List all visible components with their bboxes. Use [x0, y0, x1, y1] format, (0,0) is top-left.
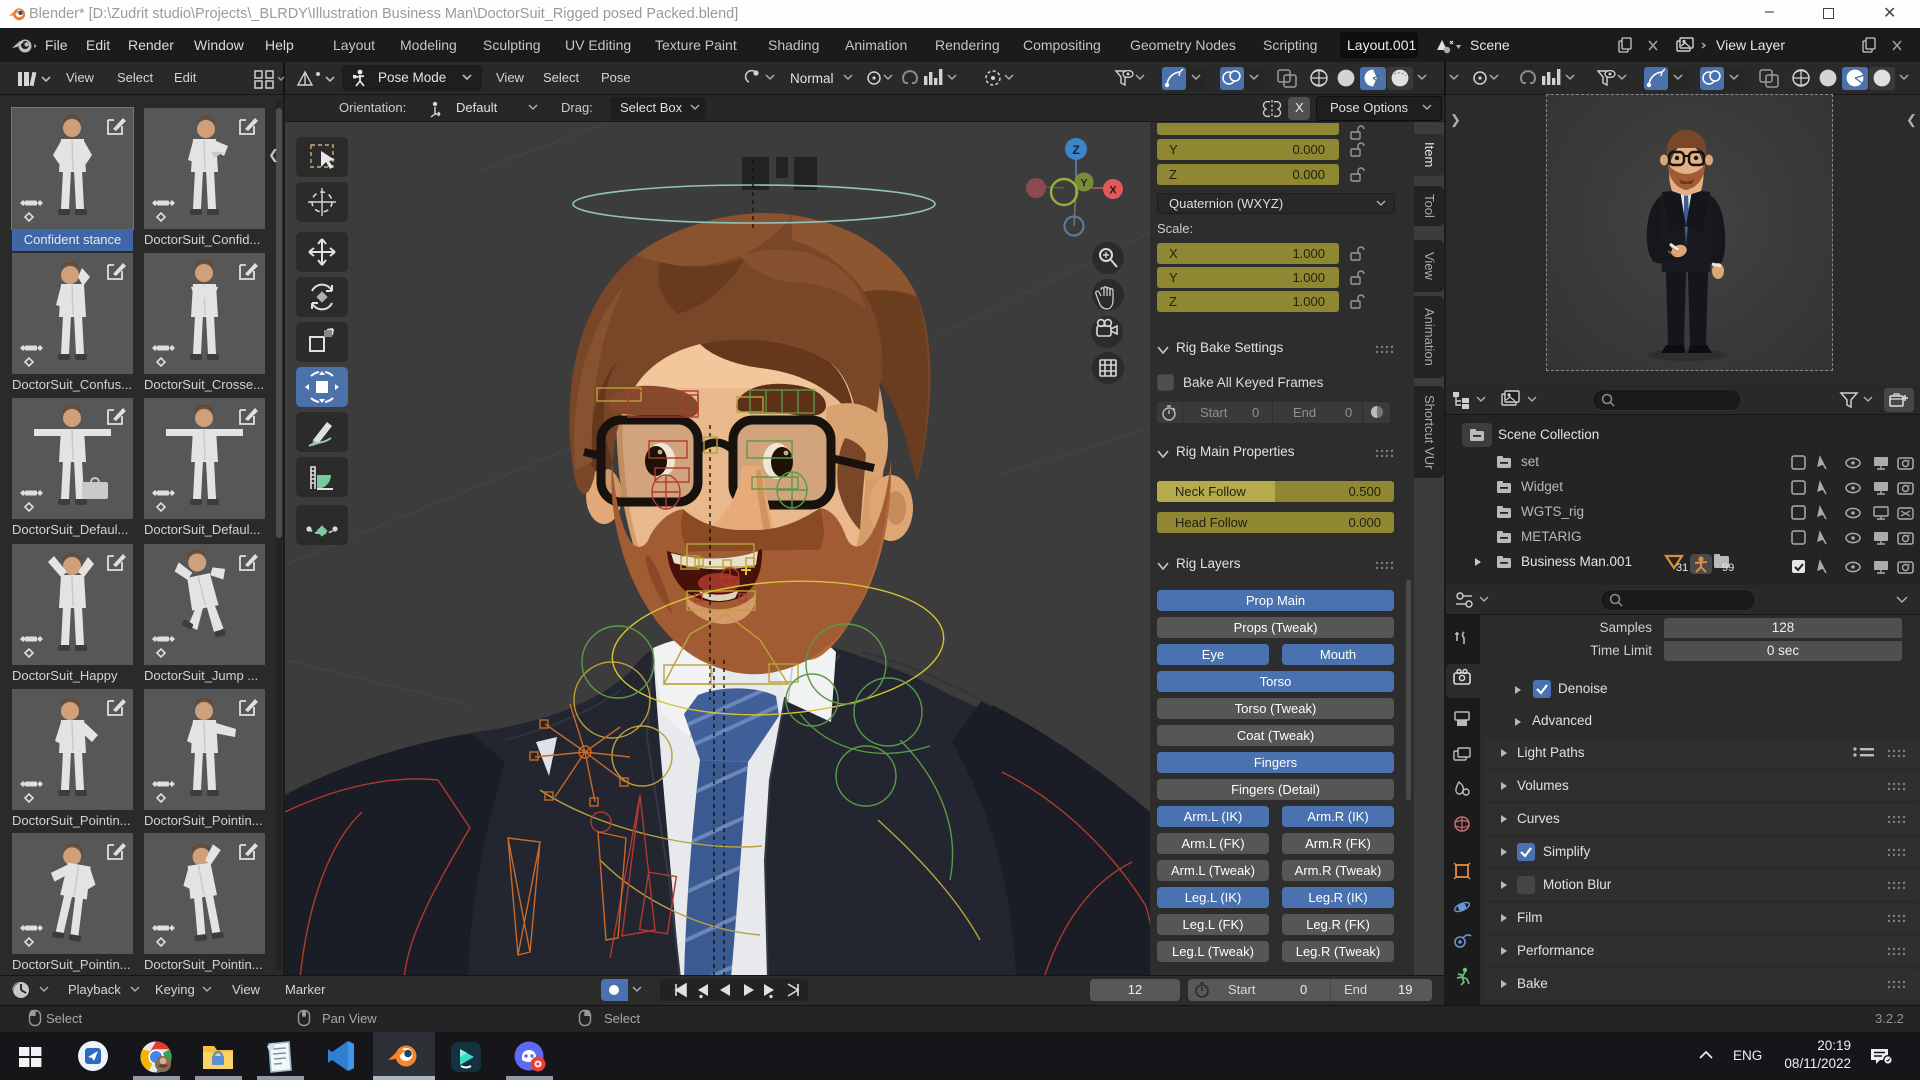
svg-text:Y: Y	[1080, 178, 1088, 190]
svg-text:Z: Z	[1072, 143, 1079, 157]
svg-text:99: 99	[1722, 562, 1734, 574]
svg-text:Normal: Normal	[790, 71, 834, 86]
svg-text:31: 31	[1676, 562, 1688, 574]
svg-text:X: X	[1109, 185, 1117, 197]
